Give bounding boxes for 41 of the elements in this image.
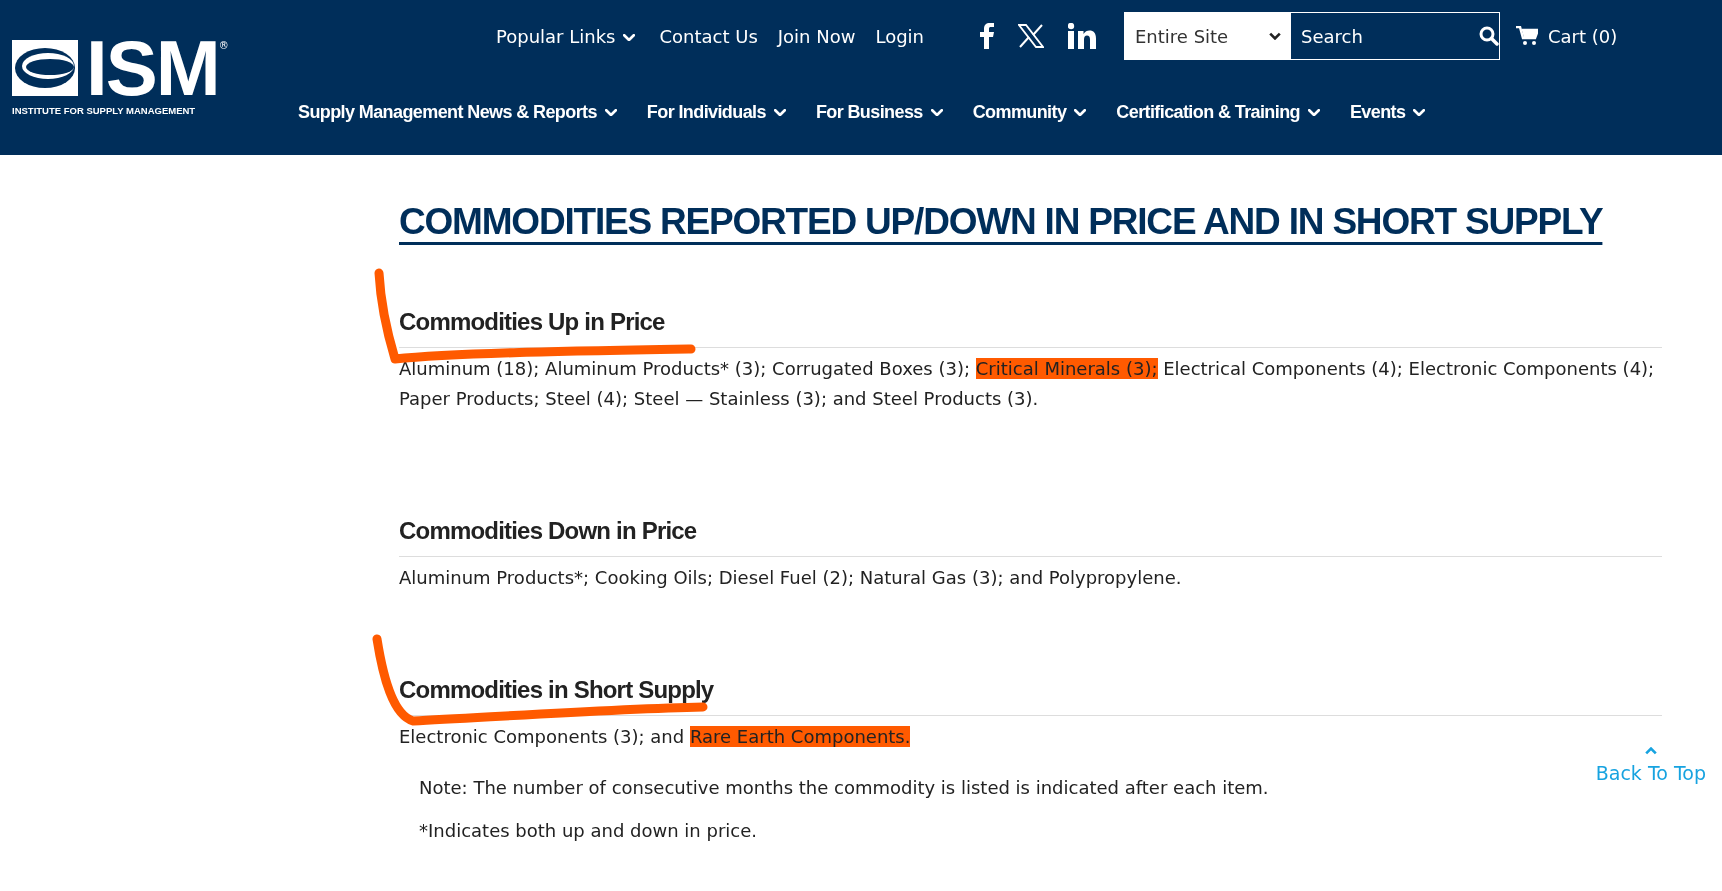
logo-tagline: INSTITUTE FOR SUPPLY MANAGEMENT (12, 104, 197, 118)
swoosh-logo-icon (12, 40, 78, 96)
linkedin-icon[interactable] (1068, 23, 1096, 49)
main-nav-link[interactable]: Certification & Training (1116, 98, 1320, 126)
registered-mark: ® (218, 39, 229, 53)
search-icon[interactable] (1479, 26, 1499, 46)
facebook-icon[interactable] (980, 23, 994, 49)
x-logo-icon[interactable] (1018, 24, 1044, 48)
main-nav-link[interactable]: For Business (815, 98, 943, 126)
top-nav-link[interactable]: Popular Links (496, 22, 636, 50)
search-input[interactable]: Search (1299, 13, 1469, 59)
section-text: Electronic Components (3); and Rare Earth Components. (399, 725, 912, 749)
logo-wordmark: ISM (86, 38, 219, 98)
chevron-down-icon (1074, 109, 1087, 117)
note-text: Note: The number of consecutive months the commodity is listed is indicated after each item. (419, 776, 1270, 800)
chevron-down-icon (1307, 109, 1320, 117)
chevron-down-icon (1413, 109, 1426, 117)
chevron-down-icon (604, 109, 617, 117)
section-text: Aluminum (18); Aluminum Products* (3); Corrugated Boxes (3); Critical Minerals (3); Electrical Components (4); Electronic Components (4); Paper Products; Steel (4); Steel — Stainless (3); and Steel Products (3). (399, 357, 1656, 411)
section-heading: Commodities Up in Price (399, 307, 665, 337)
cart-link[interactable]: Cart (0) (1516, 22, 1618, 50)
scope-dropdown[interactable]: Entire Site (1125, 13, 1291, 59)
top-nav-link[interactable]: Contact Us (659, 22, 758, 50)
section-heading: Commodities in Short Supply (399, 675, 714, 705)
main-nav-link[interactable]: Supply Management News & Reports (298, 98, 617, 126)
main-nav-link[interactable]: Community (972, 98, 1087, 126)
note-text: *Indicates both up and down in price. (419, 819, 758, 843)
section-text: Aluminum Products*; Cooking Oils; Diesel Fuel (2); Natural Gas (3); and Polypropylene. (399, 566, 1183, 590)
chevron-down-icon (930, 109, 943, 117)
main-nav-link[interactable]: Events (1349, 98, 1426, 126)
chevron-down-icon (773, 109, 786, 117)
section-heading: Commodities Down in Price (399, 516, 697, 546)
chevron-up-icon (1644, 746, 1657, 755)
chevron-down-icon (623, 33, 636, 42)
search-bar[interactable]: Entire Site Search (1124, 12, 1500, 60)
top-nav-link[interactable]: Login (875, 22, 924, 50)
cart-icon (1516, 26, 1538, 46)
chevron-down-icon (1269, 32, 1281, 40)
top-nav-link[interactable]: Join Now (777, 22, 856, 50)
page-title: COMMODITIES REPORTED UP/DOWN IN PRICE AND IN SHORT SUPPLY (399, 200, 1603, 244)
main-nav-link[interactable]: For Individuals (646, 98, 786, 126)
